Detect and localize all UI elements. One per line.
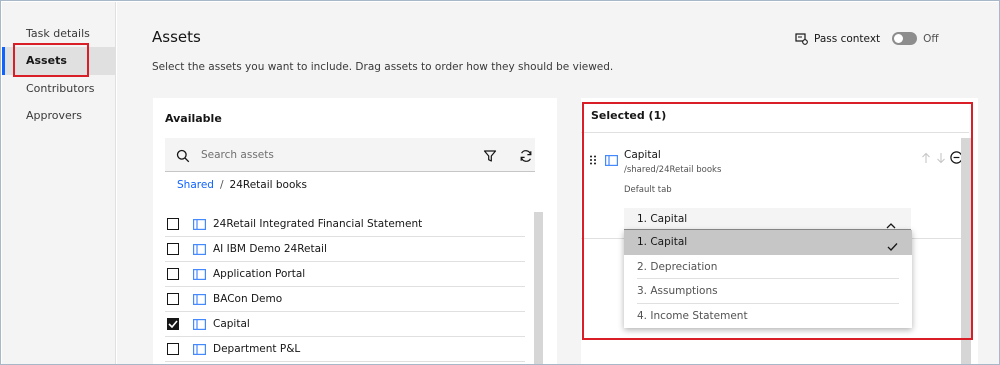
asset-row[interactable]: 24Retail Integrated Financial Statement <box>165 212 525 237</box>
nav-item-label: Approvers <box>26 109 83 122</box>
available-scrollbar[interactable] <box>534 212 543 364</box>
asset-checkbox[interactable] <box>167 268 179 280</box>
pass-context-label: Pass context <box>814 32 881 45</box>
selected-highlight-box <box>582 102 973 340</box>
pass-context-state: Off <box>923 32 939 45</box>
asset-label: Capital <box>213 318 250 330</box>
asset-row[interactable]: Department P&L <box>165 337 525 362</box>
asset-checkbox[interactable] <box>167 318 179 330</box>
breadcrumb: Shared / 24Retail books <box>177 179 307 191</box>
breadcrumb-separator: / <box>219 179 224 191</box>
nav-item-approvers[interactable]: Approvers <box>2 102 116 130</box>
search-icon <box>176 148 190 163</box>
available-title: Available <box>165 112 222 125</box>
book-icon <box>193 293 206 305</box>
asset-row[interactable]: BACon Demo <box>165 287 525 312</box>
asset-row[interactable]: Capital <box>165 312 525 337</box>
available-panel: Available Search assets Shared / 24Retai… <box>153 98 557 364</box>
assets-highlight-box <box>13 43 89 77</box>
asset-label: Department P&L <box>213 343 301 355</box>
nav-item-label: Contributors <box>26 82 95 95</box>
page-title: Assets <box>152 28 201 46</box>
book-icon <box>193 218 206 230</box>
pass-context-toggle[interactable] <box>892 32 918 45</box>
asset-label: 24Retail Integrated Financial Statement <box>213 218 423 230</box>
asset-list: 24Retail Integrated Financial Statement A… <box>165 212 525 362</box>
main-content: Assets Select the assets you want to inc… <box>117 2 999 364</box>
nav-item-label: Task details <box>26 27 90 40</box>
nav-item-contributors[interactable]: Contributors <box>2 75 116 103</box>
asset-label: Application Portal <box>213 268 306 280</box>
book-icon <box>193 318 206 330</box>
asset-checkbox[interactable] <box>167 243 179 255</box>
search-bar <box>165 138 535 172</box>
search-input[interactable] <box>201 138 461 171</box>
book-icon <box>193 343 206 355</box>
breadcrumb-current: 24Retail books <box>229 179 307 191</box>
asset-checkbox[interactable] <box>167 218 179 230</box>
pass-context-control: Pass context Off <box>795 32 939 45</box>
breadcrumb-link-shared[interactable]: Shared <box>177 179 214 191</box>
filter-icon[interactable] <box>483 148 497 162</box>
asset-checkbox[interactable] <box>167 343 179 355</box>
book-icon <box>193 243 206 255</box>
book-icon <box>193 268 206 280</box>
window-frame: Task details Assets Contributors Approve… <box>0 0 1000 365</box>
refresh-icon[interactable] <box>519 148 533 162</box>
asset-row[interactable]: Application Portal <box>165 262 525 287</box>
asset-label: BACon Demo <box>213 293 283 305</box>
asset-checkbox[interactable] <box>167 293 179 305</box>
pass-context-icon <box>795 32 808 45</box>
asset-row[interactable]: AI IBM Demo 24Retail <box>165 237 525 262</box>
asset-label: AI IBM Demo 24Retail <box>213 243 327 255</box>
page-description: Select the assets you want to include. D… <box>152 61 614 73</box>
